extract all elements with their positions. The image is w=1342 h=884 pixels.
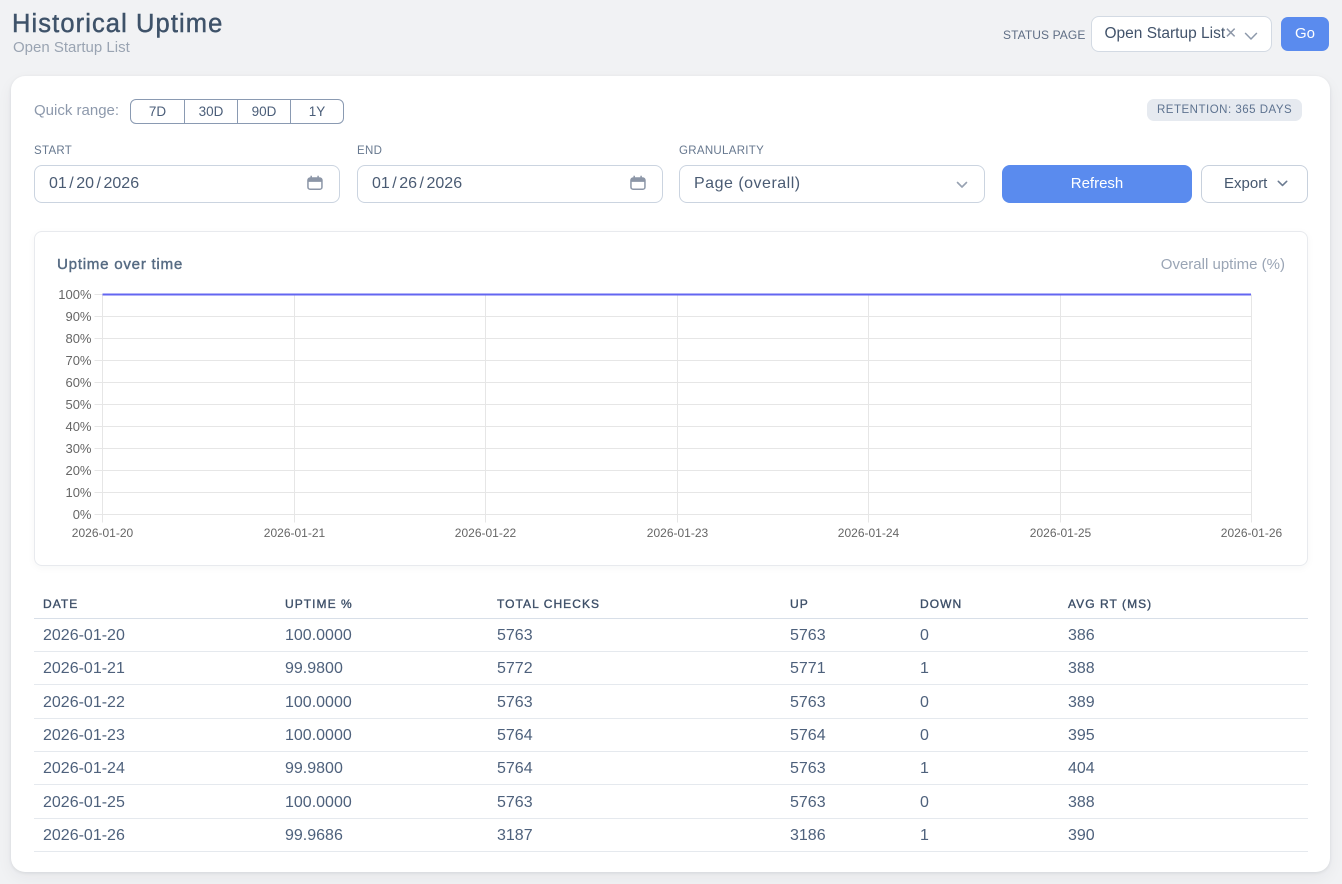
- svg-text:70%: 70%: [65, 353, 91, 368]
- svg-text:2026-01-26: 2026-01-26: [1221, 526, 1283, 540]
- svg-text:2026-01-22: 2026-01-22: [455, 526, 517, 540]
- svg-text:2026-01-24: 2026-01-24: [838, 526, 900, 540]
- svg-text:30%: 30%: [65, 441, 91, 456]
- svg-text:80%: 80%: [65, 331, 91, 346]
- svg-text:2026-01-23: 2026-01-23: [647, 526, 709, 540]
- svg-text:0%: 0%: [73, 507, 92, 522]
- svg-text:90%: 90%: [65, 309, 91, 324]
- svg-text:20%: 20%: [65, 463, 91, 478]
- svg-text:2026-01-25: 2026-01-25: [1030, 526, 1092, 540]
- svg-text:100%: 100%: [58, 287, 92, 302]
- svg-text:40%: 40%: [65, 419, 91, 434]
- svg-text:2026-01-21: 2026-01-21: [264, 526, 326, 540]
- svg-text:60%: 60%: [65, 375, 91, 390]
- svg-text:2026-01-20: 2026-01-20: [72, 526, 134, 540]
- svg-text:10%: 10%: [65, 485, 91, 500]
- svg-text:50%: 50%: [65, 397, 91, 412]
